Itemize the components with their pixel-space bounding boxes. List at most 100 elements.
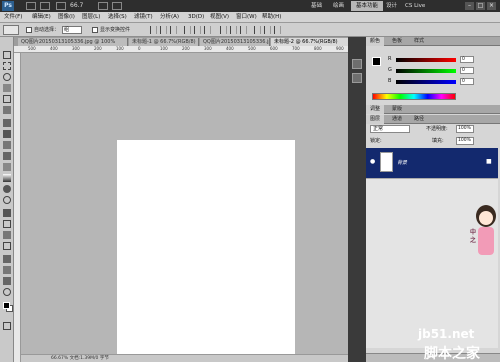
zoom-tool-icon[interactable] bbox=[3, 288, 11, 296]
align-right-icon[interactable] bbox=[204, 26, 211, 34]
distribute-vcenter-icon[interactable] bbox=[230, 26, 237, 34]
distribute-right-icon[interactable] bbox=[274, 26, 281, 34]
align-vcenter-icon[interactable] bbox=[160, 26, 167, 34]
align-bottom-icon[interactable] bbox=[170, 26, 177, 34]
distribute-top-icon[interactable] bbox=[220, 26, 227, 34]
document-canvas[interactable] bbox=[117, 140, 295, 362]
3d-orbit-tool-icon[interactable] bbox=[3, 266, 11, 274]
green-value-field[interactable]: 0 bbox=[460, 67, 474, 74]
close-button[interactable]: × bbox=[487, 2, 496, 10]
color-panel-foreground-swatch[interactable] bbox=[372, 57, 381, 66]
workspace-essentials-active[interactable]: 基本功能 bbox=[351, 1, 384, 11]
menu-edit[interactable]: 编辑(E) bbox=[32, 12, 51, 23]
auto-select-dropdown[interactable]: 组 bbox=[62, 26, 82, 34]
tab-document-1[interactable]: QQ图片20150313105336.jpg @ 100% bbox=[18, 38, 128, 46]
mini-bridge-icon[interactable] bbox=[40, 2, 50, 10]
fill-field[interactable]: 100% bbox=[456, 137, 474, 145]
minimize-button[interactable]: – bbox=[465, 2, 474, 10]
menu-file[interactable]: 文件(F) bbox=[4, 12, 22, 23]
clone-stamp-tool-icon[interactable] bbox=[3, 141, 11, 149]
menu-analysis[interactable]: 分析(A) bbox=[160, 12, 179, 23]
show-transform-checkbox[interactable] bbox=[92, 27, 98, 33]
path-selection-tool-icon[interactable] bbox=[3, 231, 11, 239]
tab-styles[interactable]: 样式 bbox=[410, 37, 428, 46]
tab-color[interactable]: 颜色 bbox=[366, 37, 385, 46]
menu-bar: 文件(F) 编辑(E) 图像(I) 图层(L) 选择(S) 滤镜(T) 分析(A… bbox=[0, 12, 500, 23]
workspace-essentials-basic[interactable]: 基础 bbox=[306, 1, 327, 11]
opacity-field[interactable]: 100% bbox=[456, 125, 474, 133]
blue-value-field[interactable]: 0 bbox=[460, 78, 474, 85]
foreground-color-swatch[interactable] bbox=[3, 302, 10, 309]
brush-tool-icon[interactable] bbox=[3, 130, 11, 138]
layer-row-background[interactable]: ● 背景 ■ bbox=[366, 148, 498, 178]
menu-select[interactable]: 选择(S) bbox=[108, 12, 127, 23]
zoom-level[interactable]: 66.7 bbox=[70, 1, 83, 11]
hand-tool-icon[interactable] bbox=[3, 277, 11, 285]
blue-slider[interactable]: B 0 bbox=[388, 78, 484, 85]
tab-adjustments[interactable]: 调整 bbox=[366, 105, 385, 114]
layer-name[interactable]: 背景 bbox=[397, 159, 407, 166]
tab-document-3[interactable]: QQ图片20150313105336.jpg @ 100% bbox=[200, 38, 270, 46]
gradient-tool-icon[interactable] bbox=[3, 174, 11, 182]
red-slider[interactable]: R 0 bbox=[388, 56, 484, 63]
history-brush-tool-icon[interactable] bbox=[3, 152, 11, 160]
tab-layers[interactable]: 图层 bbox=[366, 115, 385, 124]
align-hcenter-icon[interactable] bbox=[194, 26, 201, 34]
tab-channels[interactable]: 通道 bbox=[388, 115, 406, 124]
pen-tool-icon[interactable] bbox=[3, 209, 11, 217]
menu-window[interactable]: 窗口(W) bbox=[236, 12, 257, 23]
align-left-icon[interactable] bbox=[184, 26, 191, 34]
cs-live-button[interactable]: CS Live bbox=[405, 1, 425, 11]
color-spectrum-bar[interactable] bbox=[372, 93, 456, 100]
arrange-documents-icon[interactable] bbox=[98, 2, 108, 10]
history-panel-icon[interactable] bbox=[352, 59, 362, 69]
green-gradient[interactable] bbox=[396, 69, 456, 73]
blue-gradient[interactable] bbox=[396, 80, 456, 84]
distribute-hcenter-icon[interactable] bbox=[264, 26, 271, 34]
distribute-bottom-icon[interactable] bbox=[240, 26, 247, 34]
ruler-tick: 500 bbox=[28, 46, 36, 51]
distribute-left-icon[interactable] bbox=[254, 26, 261, 34]
menu-layer[interactable]: 图层(L) bbox=[82, 12, 100, 23]
marquee-tool-icon[interactable] bbox=[3, 62, 11, 70]
maximize-button[interactable]: □ bbox=[476, 2, 485, 10]
quick-mask-icon[interactable] bbox=[3, 322, 11, 330]
shape-tool-icon[interactable] bbox=[3, 242, 11, 250]
menu-filter[interactable]: 滤镜(T) bbox=[134, 12, 153, 23]
menu-help[interactable]: 帮助(H) bbox=[262, 12, 281, 23]
workspace-painting[interactable]: 绘画 bbox=[328, 1, 349, 11]
auto-select-checkbox[interactable] bbox=[26, 27, 32, 33]
menu-image[interactable]: 图像(I) bbox=[58, 12, 75, 23]
tab-swatches[interactable]: 色板 bbox=[388, 37, 406, 46]
screen-mode-icon[interactable] bbox=[112, 2, 122, 10]
crop-tool-icon[interactable] bbox=[3, 95, 11, 103]
healing-brush-tool-icon[interactable] bbox=[3, 119, 11, 127]
workspace-design[interactable]: 设计 bbox=[381, 1, 402, 11]
ruler-tick: 600 bbox=[270, 46, 278, 51]
bridge-icon[interactable] bbox=[26, 2, 36, 10]
lasso-tool-icon[interactable] bbox=[3, 73, 11, 81]
3d-rotate-tool-icon[interactable] bbox=[3, 255, 11, 263]
blend-mode-dropdown[interactable]: 正常 bbox=[370, 125, 410, 133]
menu-view[interactable]: 视图(V) bbox=[210, 12, 229, 23]
type-tool-icon[interactable] bbox=[3, 220, 11, 228]
green-slider[interactable]: G 0 bbox=[388, 67, 484, 74]
tab-document-2[interactable]: 未标题-1 @ 66.7%(RGB/8) bbox=[129, 38, 199, 46]
eraser-tool-icon[interactable] bbox=[3, 163, 11, 171]
move-tool-preset-picker[interactable] bbox=[3, 25, 19, 35]
red-gradient[interactable] bbox=[396, 58, 456, 62]
align-top-icon[interactable] bbox=[150, 26, 157, 34]
tab-masks[interactable]: 蒙版 bbox=[388, 105, 406, 114]
view-extras-icon[interactable] bbox=[56, 2, 66, 10]
visibility-eye-icon[interactable]: ● bbox=[370, 159, 377, 165]
dodge-tool-icon[interactable] bbox=[3, 196, 11, 204]
red-value-field[interactable]: 0 bbox=[460, 56, 474, 63]
eyedropper-tool-icon[interactable] bbox=[3, 106, 11, 114]
tab-paths[interactable]: 路径 bbox=[410, 115, 428, 124]
menu-3d[interactable]: 3D(D) bbox=[188, 12, 204, 23]
canvas-workspace[interactable] bbox=[21, 53, 354, 362]
blur-tool-icon[interactable] bbox=[3, 185, 11, 193]
quick-selection-tool-icon[interactable] bbox=[3, 84, 11, 92]
properties-panel-icon[interactable] bbox=[352, 73, 362, 83]
move-tool-icon[interactable] bbox=[3, 51, 11, 59]
